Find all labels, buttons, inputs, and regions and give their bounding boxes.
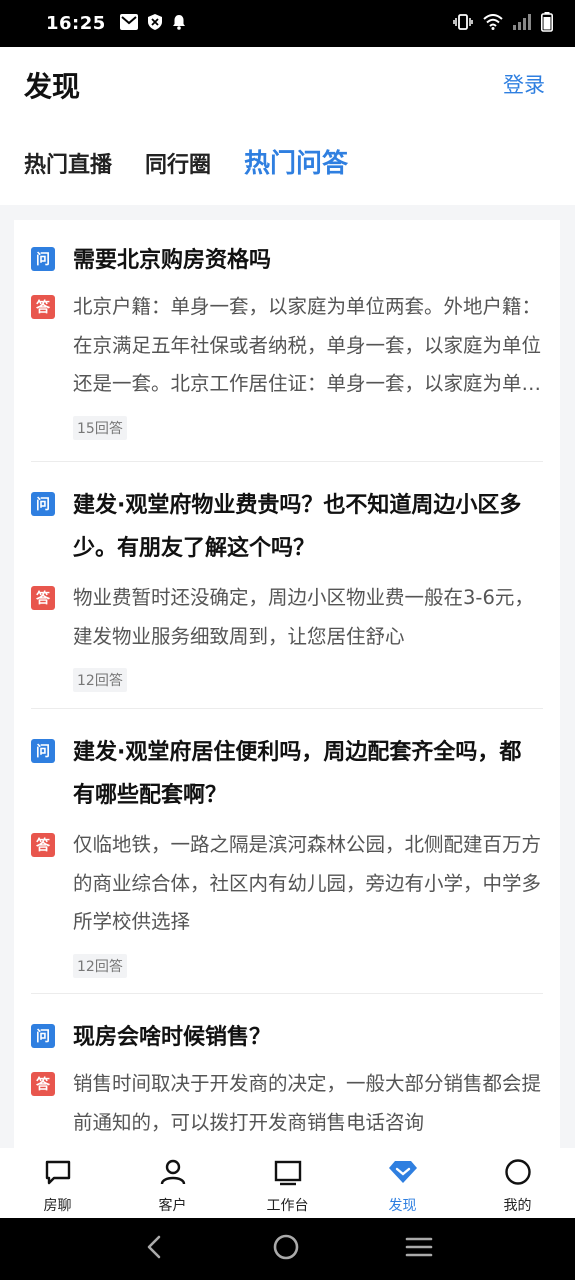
tab-peer-circle[interactable]: 同行圈	[145, 147, 211, 179]
battery-icon	[541, 11, 553, 36]
nav-item-workbench[interactable]: 工作台	[230, 1148, 345, 1218]
tab-hot-live[interactable]: 热门直播	[24, 147, 112, 179]
nav-label: 客户	[158, 1198, 187, 1214]
answer-text: 仅临地铁，一路之隔是滨河森林公园，北侧配建百万方的商业综合体，社区内有幼儿园，旁…	[73, 833, 542, 933]
answer-text: 销售时间取决于开发商的决定，一般大部分销售都会提前通知的，可以拨打开发商销售电话…	[73, 1072, 542, 1134]
question-text: 建发·观堂府物业费贵吗？也不知道周边小区多少。有朋友了解这个吗？	[73, 493, 522, 561]
status-bar: 16:25	[0, 0, 575, 47]
header: 发现 登录 热门直播 同行圈 热门问答	[0, 47, 575, 205]
nav-item-chat[interactable]: 房聊	[0, 1148, 115, 1218]
qa-card[interactable]: 问 需要北京购房资格吗 答 北京户籍：单身一套，以家庭为单位两套。外地户籍：在京…	[31, 220, 543, 462]
bell-icon	[172, 14, 186, 34]
qa-list: 问 需要北京购房资格吗 答 北京户籍：单身一套，以家庭为单位两套。外地户籍：在京…	[14, 220, 560, 1148]
question-row: 问 建发·观堂府居住便利吗，周边配套齐全吗，都有哪些配套啊？	[31, 731, 543, 817]
login-button[interactable]: 登录	[503, 69, 545, 99]
nav-label: 工作台	[266, 1198, 309, 1214]
answer-badge: 答	[31, 586, 55, 610]
back-icon[interactable]	[142, 1234, 168, 1264]
monitor-icon	[273, 1157, 303, 1191]
status-time: 16:25	[46, 13, 106, 34]
answer-text: 北京户籍：单身一套，以家庭为单位两套。外地户籍：在京满足五年社保或者纳税，单身一…	[73, 295, 542, 395]
home-icon[interactable]	[272, 1233, 300, 1265]
answer-row: 答 仅临地铁，一路之隔是滨河森林公园，北侧配建百万方的商业综合体，社区内有幼儿园…	[31, 826, 543, 942]
nav-label: 发现	[388, 1198, 417, 1214]
question-badge: 问	[31, 1024, 55, 1048]
answer-row: 答 销售时间取决于开发商的决定，一般大部分销售都会提前通知的，可以拨打开发商销售…	[31, 1065, 543, 1142]
answer-count-tag: 12回答	[73, 953, 127, 978]
answer-row: 答 物业费暂时还没确定，周边小区物业费一般在3-6元，建发物业服务细致周到，让您…	[31, 579, 543, 656]
answer-row: 答 北京户籍：单身一套，以家庭为单位两套。外地户籍：在京满足五年社保或者纳税，单…	[31, 288, 543, 404]
question-row: 问 需要北京购房资格吗	[31, 239, 543, 282]
diamond-icon	[387, 1157, 419, 1191]
nav-item-mine[interactable]: 我的	[460, 1148, 575, 1218]
circle-icon	[503, 1157, 533, 1191]
nav-item-customers[interactable]: 客户	[115, 1148, 230, 1218]
nav-item-discover[interactable]: 发现	[345, 1148, 460, 1218]
answer-text: 物业费暂时还没确定，周边小区物业费一般在3-6元，建发物业服务细致周到，让您居住…	[73, 586, 534, 648]
wifi-icon	[483, 13, 503, 34]
person-icon	[158, 1157, 188, 1191]
bottom-nav: 房聊 客户 工作台 发现 我的	[0, 1148, 575, 1218]
qa-card[interactable]: 问 现房会啥时候销售？ 答 销售时间取决于开发商的决定，一般大部分销售都会提前通…	[31, 994, 543, 1142]
answer-badge: 答	[31, 833, 55, 857]
qa-card[interactable]: 问 建发·观堂府物业费贵吗？也不知道周边小区多少。有朋友了解这个吗？ 答 物业费…	[31, 462, 543, 709]
question-row: 问 建发·观堂府物业费贵吗？也不知道周边小区多少。有朋友了解这个吗？	[31, 484, 543, 570]
question-text: 现房会啥时候销售？	[73, 1025, 272, 1050]
question-text: 建发·观堂府居住便利吗，周边配套齐全吗，都有哪些配套啊？	[73, 740, 522, 808]
system-nav-bar	[0, 1218, 575, 1280]
signal-icon	[513, 13, 531, 34]
question-badge: 问	[31, 492, 55, 516]
nav-label: 我的	[503, 1198, 532, 1214]
page-title: 发现	[24, 70, 81, 103]
question-text: 需要北京购房资格吗	[73, 248, 272, 273]
shield-icon	[147, 13, 162, 34]
qa-card[interactable]: 问 建发·观堂府居住便利吗，周边配套齐全吗，都有哪些配套啊？ 答 仅临地铁，一路…	[31, 709, 543, 994]
tab-bar: 热门直播 同行圈 热门问答	[24, 143, 348, 180]
answer-badge: 答	[31, 1072, 55, 1096]
question-badge: 问	[31, 739, 55, 763]
menu-icon[interactable]	[405, 1235, 433, 1263]
mail-icon	[119, 13, 138, 34]
answer-count-tag: 12回答	[73, 668, 127, 692]
tab-hot-qa[interactable]: 热门问答	[244, 143, 348, 180]
question-row: 问 现房会啥时候销售？	[31, 1016, 543, 1059]
nav-label: 房聊	[43, 1198, 72, 1214]
answer-count-tag: 15回答	[73, 415, 127, 440]
chat-icon	[43, 1157, 73, 1191]
vibrate-icon	[453, 13, 473, 34]
question-badge: 问	[31, 247, 55, 271]
answer-badge: 答	[31, 295, 55, 319]
